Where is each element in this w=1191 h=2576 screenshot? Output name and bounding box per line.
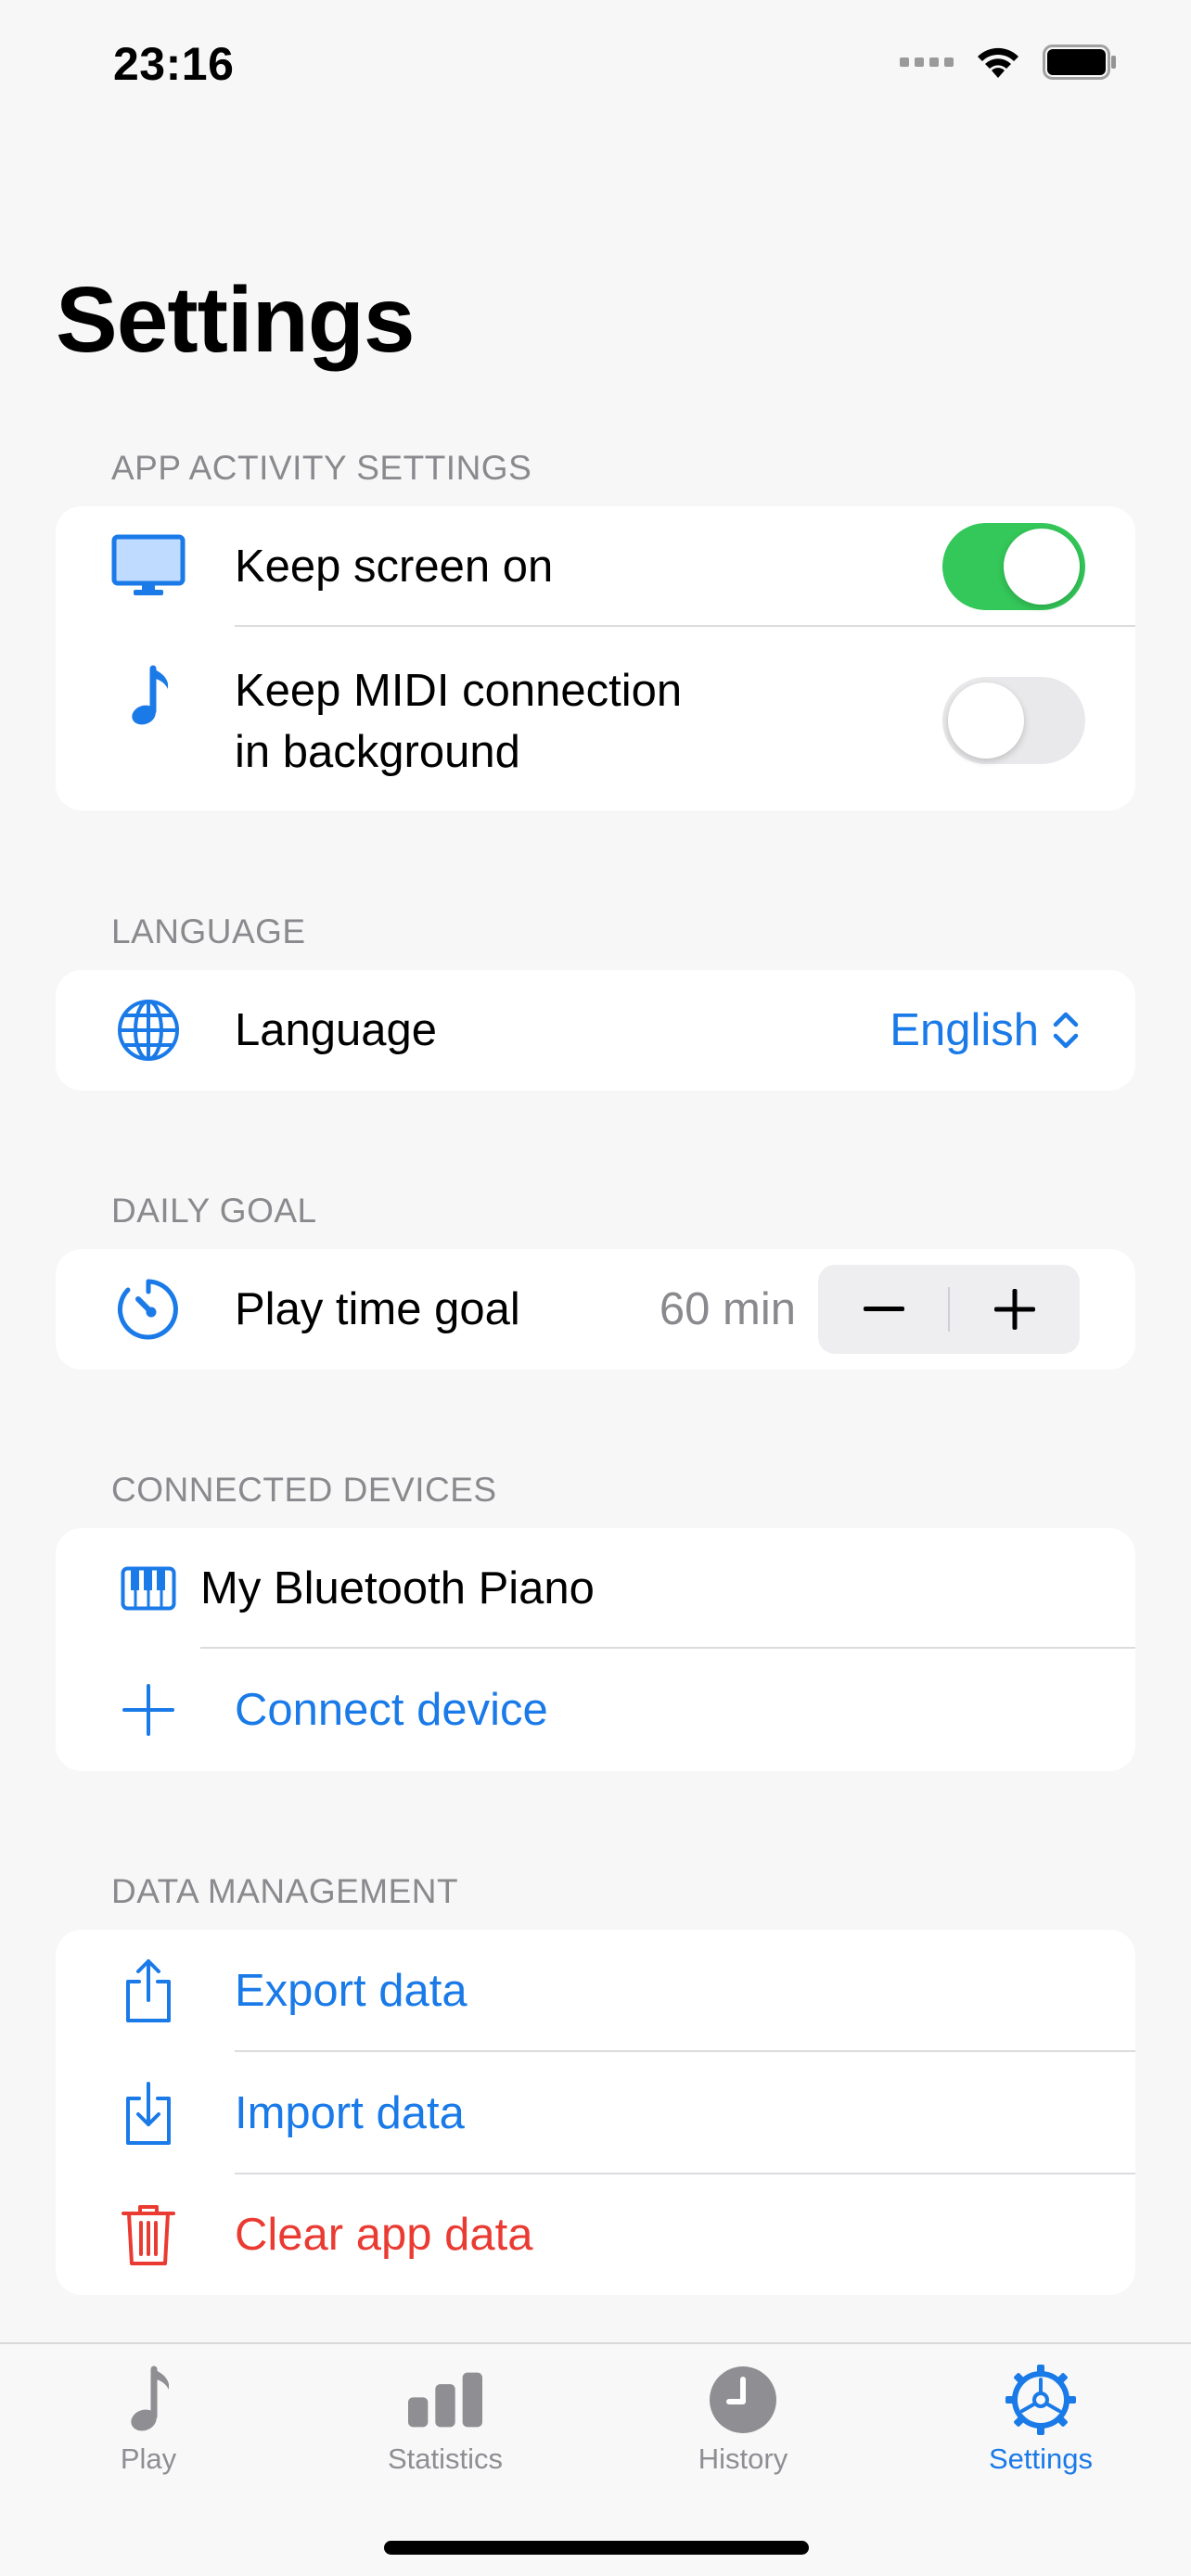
settings-screen: 23:16 Settings APP ACTIVITY SETTINGS Kee… xyxy=(0,0,1191,2576)
clock-icon xyxy=(706,2363,780,2437)
play-time-goal-row: Play time goal 60 min xyxy=(56,1249,1135,1370)
language-card: Language English xyxy=(56,970,1135,1090)
minus-icon xyxy=(863,1307,904,1311)
play-time-goal-stepper[interactable] xyxy=(818,1265,1080,1354)
stepper-separator xyxy=(948,1287,950,1332)
keep-screen-on-row: Keep screen on xyxy=(56,506,1135,627)
connected-devices-card: My Bluetooth Piano Connect device xyxy=(56,1528,1135,1771)
keep-screen-on-label: Keep screen on xyxy=(235,542,554,592)
tab-settings-label: Settings xyxy=(988,2442,1093,2475)
export-data-row[interactable]: Export data xyxy=(56,1930,1135,2052)
home-indicator xyxy=(384,2541,809,2555)
data-management-card: Export data Import data Clear app data xyxy=(56,1930,1135,2295)
device-row[interactable]: My Bluetooth Piano xyxy=(56,1528,1135,1649)
music-note-icon xyxy=(111,660,186,734)
import-download-icon xyxy=(111,2076,186,2150)
decrement-button[interactable] xyxy=(818,1265,949,1354)
increment-button[interactable] xyxy=(949,1265,1080,1354)
tab-settings[interactable]: Settings xyxy=(939,2363,1143,2476)
language-row[interactable]: Language English xyxy=(56,970,1135,1090)
wifi-icon xyxy=(978,47,1018,78)
daily-goal-card: Play time goal 60 min xyxy=(56,1249,1135,1370)
cellular-signal-icon xyxy=(900,57,954,67)
page-title: Settings xyxy=(56,268,415,372)
language-value: English xyxy=(890,1005,1039,1055)
bar-chart-icon xyxy=(408,2363,482,2437)
keep-midi-label: Keep MIDI connection in background xyxy=(235,660,682,783)
export-data-label: Export data xyxy=(235,1966,467,2016)
section-header-language: LANGUAGE xyxy=(111,912,306,950)
music-note-icon xyxy=(111,2363,186,2437)
plus-icon xyxy=(111,1673,186,1747)
status-indicators xyxy=(900,45,1117,80)
gear-icon xyxy=(1004,2363,1078,2437)
share-export-icon xyxy=(111,1954,186,2028)
section-header-connected-devices: CONNECTED DEVICES xyxy=(111,1471,497,1509)
language-picker[interactable]: English xyxy=(890,1004,1080,1056)
tab-statistics-label: Statistics xyxy=(387,2442,504,2475)
play-time-goal-label: Play time goal xyxy=(235,1284,520,1334)
desktop-monitor-icon xyxy=(111,529,186,604)
tab-play-label: Play xyxy=(120,2442,177,2475)
tab-history[interactable]: History xyxy=(641,2363,845,2476)
app-activity-card: Keep screen on Keep MIDI connection in b… xyxy=(56,506,1135,810)
section-header-data-management: DATA MANAGEMENT xyxy=(111,1872,459,1910)
connect-device-label: Connect device xyxy=(235,1685,548,1735)
connect-device-row[interactable]: Connect device xyxy=(56,1649,1135,1771)
keep-screen-on-toggle[interactable] xyxy=(942,523,1085,610)
chevron-up-down-icon xyxy=(1053,1012,1079,1049)
device-name: My Bluetooth Piano xyxy=(200,1563,595,1613)
tab-history-label: History xyxy=(698,2442,788,2475)
tab-play[interactable]: Play xyxy=(46,2363,250,2476)
play-time-goal-value: 60 min xyxy=(659,1284,796,1334)
section-header-daily-goal: DAILY GOAL xyxy=(111,1192,317,1230)
timer-icon xyxy=(111,1272,186,1346)
globe-icon xyxy=(111,993,186,1067)
clear-app-data-row[interactable]: Clear app data xyxy=(56,2174,1135,2295)
keep-midi-toggle[interactable] xyxy=(942,677,1085,764)
keep-midi-label-line2: in background xyxy=(235,727,520,777)
piano-keys-icon xyxy=(111,1551,186,1626)
language-label: Language xyxy=(235,1005,438,1055)
import-data-row[interactable]: Import data xyxy=(56,2052,1135,2174)
keep-midi-row: Keep MIDI connection in background xyxy=(56,627,1135,810)
trash-icon xyxy=(111,2198,186,2272)
plus-icon xyxy=(993,1289,1035,1330)
keep-midi-label-line1: Keep MIDI connection xyxy=(235,666,683,716)
section-header-app-activity: APP ACTIVITY SETTINGS xyxy=(111,449,532,487)
tab-statistics[interactable]: Statistics xyxy=(343,2363,547,2476)
status-time: 23:16 xyxy=(113,38,235,90)
import-data-label: Import data xyxy=(235,2088,465,2138)
clear-app-data-label: Clear app data xyxy=(235,2210,533,2260)
battery-icon xyxy=(1043,45,1116,80)
